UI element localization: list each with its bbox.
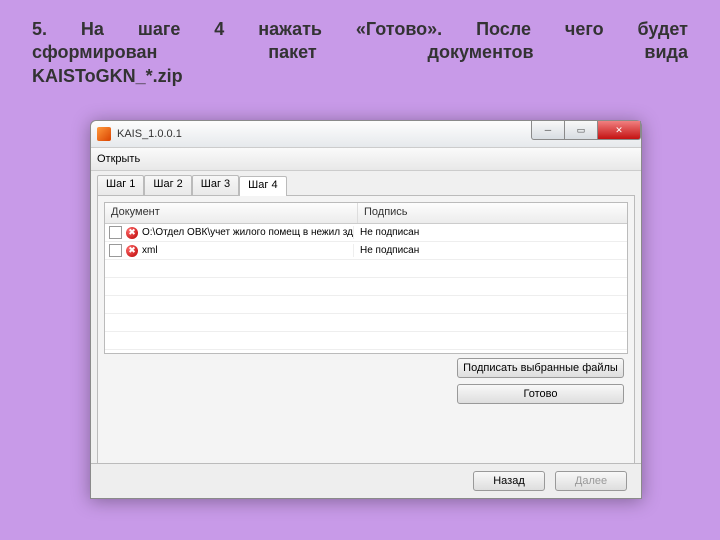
tab-step-3[interactable]: Шаг 3 [192, 175, 239, 195]
grid-row-empty [105, 260, 627, 278]
row-checkbox[interactable] [109, 244, 122, 257]
col-document[interactable]: Документ [105, 203, 358, 223]
app-window: KAIS_1.0.0.1 ─ ▭ ✕ Открыть Шаг 1 Шаг 2 Ш… [90, 120, 642, 499]
error-icon: ✖ [126, 245, 138, 257]
maximize-button[interactable]: ▭ [565, 121, 598, 140]
grid-row[interactable]: ✖ xml Не подписан [105, 242, 627, 260]
tab-body: Документ Подпись ✖ O:\Отдел ОВК\учет жил… [97, 196, 635, 469]
tab-strip: Шаг 1 Шаг 2 Шаг 3 Шаг 4 [97, 175, 635, 196]
tab-step-4[interactable]: Шаг 4 [239, 176, 286, 196]
back-button[interactable]: Назад [473, 471, 545, 491]
sign-button[interactable]: Подписать выбранные файлы [457, 358, 624, 378]
grid-header: Документ Подпись [105, 203, 627, 224]
grid-row-empty [105, 332, 627, 350]
cell-document: xml [142, 245, 158, 256]
document-grid: Документ Подпись ✖ O:\Отдел ОВК\учет жил… [104, 202, 628, 354]
minimize-button[interactable]: ─ [531, 121, 565, 140]
app-icon [97, 127, 111, 141]
done-button[interactable]: Готово [457, 384, 624, 404]
grid-row-empty [105, 314, 627, 332]
row-checkbox[interactable] [109, 226, 122, 239]
cell-signature: Не подписан [354, 227, 627, 238]
tab-step-1[interactable]: Шаг 1 [97, 175, 144, 195]
next-button: Далее [555, 471, 627, 491]
tab-step-2[interactable]: Шаг 2 [144, 175, 191, 195]
grid-row-empty [105, 278, 627, 296]
wizard-footer: Назад Далее [91, 463, 641, 498]
menubar: Открыть [91, 148, 641, 171]
grid-row[interactable]: ✖ O:\Отдел ОВК\учет жилого помещ в нежил… [105, 224, 627, 242]
instruction-text: 5. На шаге 4 нажать «Готово». После чего… [0, 0, 720, 100]
close-button[interactable]: ✕ [598, 121, 641, 140]
window-title: KAIS_1.0.0.1 [117, 128, 182, 140]
error-icon: ✖ [126, 227, 138, 239]
cell-signature: Не подписан [354, 245, 627, 256]
titlebar[interactable]: KAIS_1.0.0.1 ─ ▭ ✕ [91, 121, 641, 148]
menu-open[interactable]: Открыть [97, 153, 140, 165]
cell-document: O:\Отдел ОВК\учет жилого помещ в нежил з… [142, 227, 354, 238]
grid-row-empty [105, 296, 627, 314]
col-signature[interactable]: Подпись [358, 203, 627, 223]
